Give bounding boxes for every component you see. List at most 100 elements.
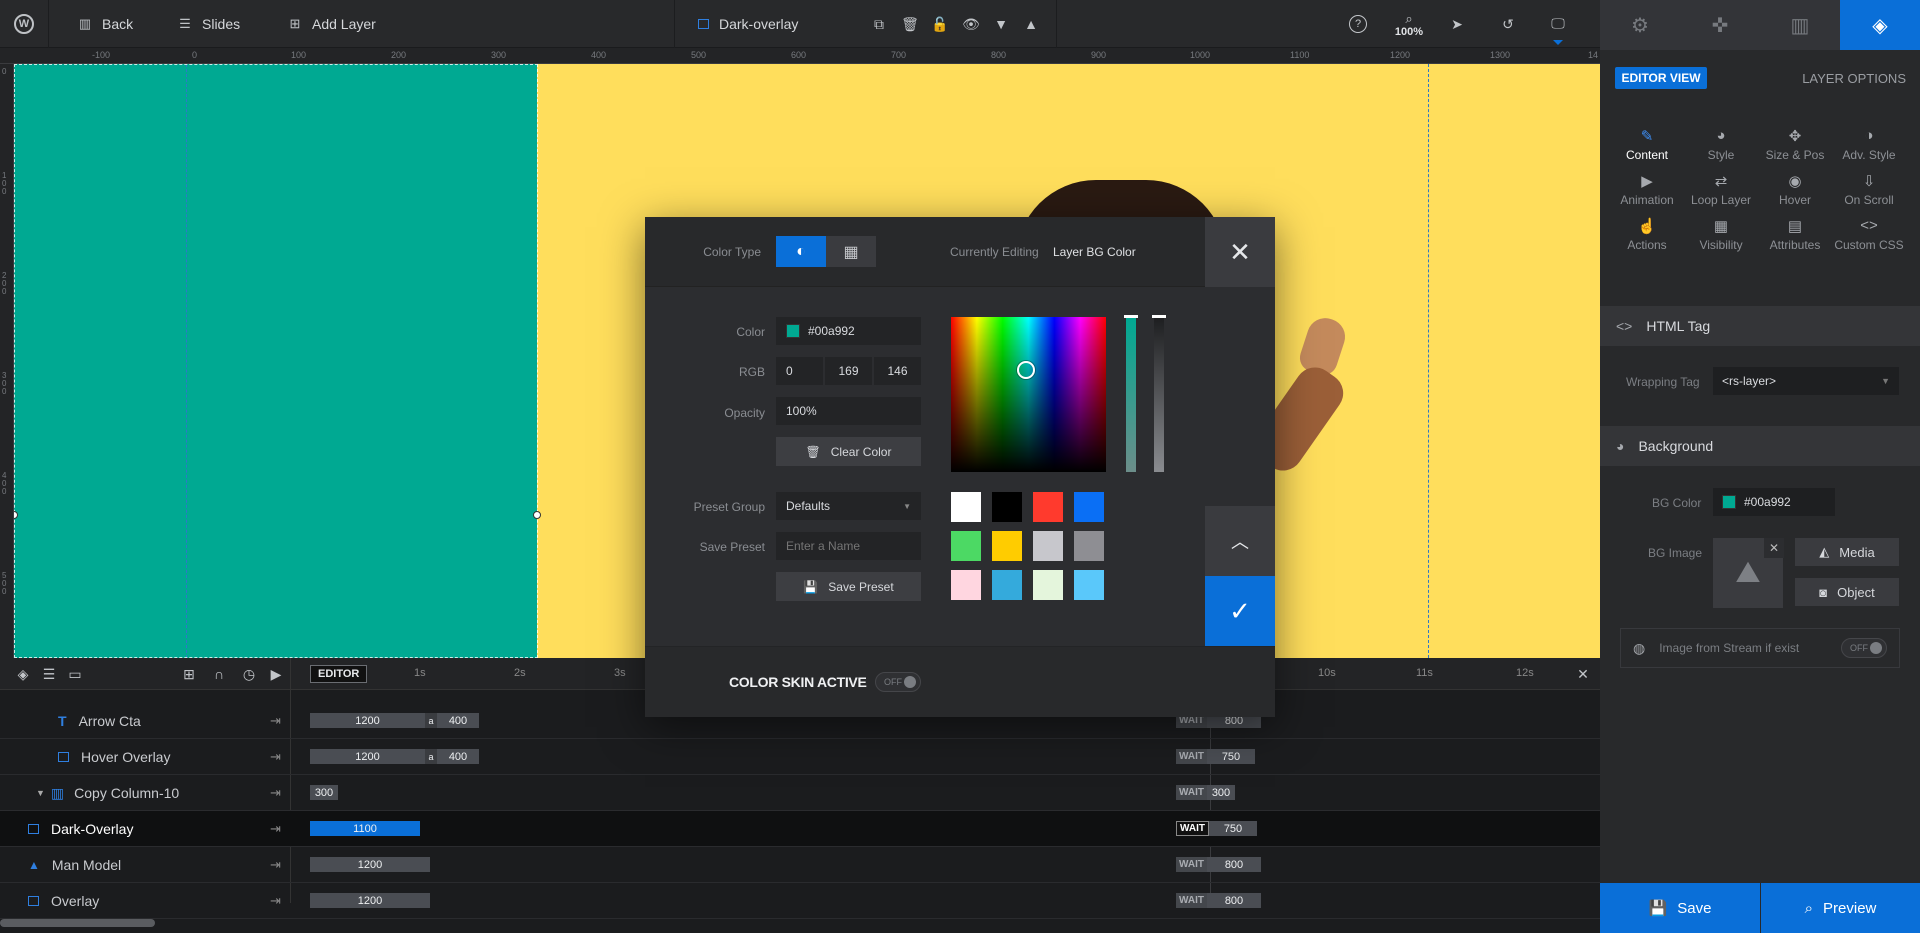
hue-slider[interactable] bbox=[1124, 315, 1138, 472]
jump-icon[interactable]: ⇥ bbox=[270, 713, 281, 729]
jump-icon[interactable]: ⇥ bbox=[270, 821, 281, 837]
background-section-header[interactable]: ◕ Background bbox=[1600, 426, 1920, 466]
timeline-row-copy-column[interactable]: ▼ ▥ Copy Column-10 ⇥ 300 WAIT 300 bbox=[0, 775, 1600, 811]
option-hover[interactable]: ◉ Hover bbox=[1758, 172, 1832, 207]
alpha-slider[interactable] bbox=[1152, 315, 1166, 472]
apply-color-button[interactable]: ✓ bbox=[1205, 576, 1275, 646]
settings-tab-icon[interactable]: ⚙ bbox=[1600, 0, 1680, 50]
close-timeline-icon[interactable]: ✕ bbox=[1572, 663, 1594, 685]
help-icon[interactable]: ? bbox=[1349, 15, 1367, 33]
option-style[interactable]: ◕ Style bbox=[1684, 127, 1758, 162]
jump-icon[interactable]: ⇥ bbox=[270, 749, 281, 765]
slides-button[interactable]: ☰ Slides bbox=[178, 0, 240, 48]
preset-group-select[interactable]: Defaults ▼ bbox=[776, 492, 921, 520]
back-button[interactable]: ▥ Back bbox=[78, 0, 133, 48]
current-layer-selector[interactable]: Dark-overlay bbox=[698, 0, 798, 48]
option-custom-css[interactable]: <> Custom CSS bbox=[1832, 217, 1906, 252]
wordpress-logo-icon[interactable]: W bbox=[14, 14, 34, 34]
presets-up-button[interactable]: ︿ bbox=[1205, 506, 1275, 576]
desktop-device-icon[interactable]: 🖵 bbox=[1547, 12, 1569, 34]
preset-swatch[interactable] bbox=[1074, 570, 1104, 600]
timer-icon[interactable]: ◷ bbox=[238, 663, 260, 685]
timeline-row-hover-overlay[interactable]: Hover Overlay ⇥ 1200 a 400 WAIT 750 bbox=[0, 739, 1600, 775]
color-skin-toggle[interactable]: OFF bbox=[875, 672, 921, 692]
solid-color-type-button[interactable]: ◐ bbox=[776, 236, 826, 267]
duplicate-icon[interactable]: ⧉ bbox=[868, 13, 890, 35]
preset-swatch[interactable] bbox=[951, 492, 981, 522]
preset-swatch[interactable] bbox=[992, 570, 1022, 600]
save-preset-button[interactable]: 💾 Save Preset bbox=[776, 572, 921, 601]
play-icon[interactable]: ▶ bbox=[265, 663, 287, 685]
preset-swatch[interactable] bbox=[1033, 531, 1063, 561]
jump-icon[interactable]: ⇥ bbox=[270, 857, 281, 873]
alpha-slider-handle[interactable] bbox=[1152, 315, 1166, 318]
preset-swatch[interactable] bbox=[951, 531, 981, 561]
jump-icon[interactable]: ⇥ bbox=[270, 893, 281, 909]
option-size-pos[interactable]: ✥ Size & Pos bbox=[1758, 127, 1832, 162]
horizontal-scrollbar[interactable] bbox=[0, 919, 155, 927]
folder-icon[interactable]: ▭ bbox=[64, 663, 86, 685]
timeline-row-overlay[interactable]: Overlay ⇥ 1200 WAIT 800 bbox=[0, 883, 1600, 919]
move-down-icon[interactable]: ▼ bbox=[990, 13, 1012, 35]
preset-swatch[interactable] bbox=[1074, 492, 1104, 522]
lock-icon[interactable]: 🔓 bbox=[929, 13, 951, 35]
saturation-value-picker[interactable] bbox=[951, 317, 1106, 472]
object-button[interactable]: ◙ Object bbox=[1795, 578, 1899, 606]
preset-name-input[interactable] bbox=[776, 532, 921, 560]
grid-icon[interactable]: ⊞ bbox=[178, 663, 200, 685]
option-adv-style[interactable]: ◑ Adv. Style bbox=[1832, 127, 1906, 162]
wrapping-tag-select[interactable]: <rs-layer> ▼ bbox=[1713, 367, 1899, 395]
timeline-row-man-model[interactable]: ▲ Man Model ⇥ 1200 WAIT 800 bbox=[0, 847, 1600, 883]
navigation-tab-icon[interactable]: ✜ bbox=[1680, 0, 1760, 50]
editor-view-badge[interactable]: EDITOR VIEW bbox=[1615, 67, 1707, 89]
picker-cursor[interactable] bbox=[1017, 361, 1035, 379]
save-button[interactable]: 💾 Save bbox=[1600, 883, 1760, 933]
red-field[interactable]: 0 bbox=[776, 357, 823, 385]
move-up-icon[interactable]: ▲ bbox=[1020, 13, 1042, 35]
clear-color-button[interactable]: 🗑 Clear Color bbox=[776, 437, 921, 466]
html-tag-section-header[interactable]: <> HTML Tag bbox=[1600, 306, 1920, 346]
media-button[interactable]: ◭ Media bbox=[1795, 538, 1899, 566]
hue-slider-handle[interactable] bbox=[1124, 315, 1138, 318]
preset-swatch[interactable] bbox=[951, 570, 981, 600]
layers-icon[interactable]: ◈ bbox=[12, 663, 34, 685]
gradient-color-type-button[interactable]: ▦ bbox=[826, 236, 876, 267]
preset-swatch[interactable] bbox=[992, 492, 1022, 522]
preset-swatch[interactable] bbox=[1074, 531, 1104, 561]
option-on-scroll[interactable]: ⇩ On Scroll bbox=[1832, 172, 1906, 207]
option-actions[interactable]: ☝ Actions bbox=[1610, 217, 1684, 252]
option-content[interactable]: ✎ Content bbox=[1610, 127, 1684, 162]
editor-badge[interactable]: EDITOR bbox=[310, 665, 368, 683]
list-icon[interactable]: ☰ bbox=[38, 663, 60, 685]
slides-tab-icon[interactable]: ▥ bbox=[1760, 0, 1840, 50]
undo-icon[interactable]: ↺ bbox=[1497, 13, 1519, 35]
remove-image-icon[interactable]: ✕ bbox=[1764, 538, 1784, 558]
preset-swatch[interactable] bbox=[1033, 570, 1063, 600]
timeline-row-dark-overlay[interactable]: Dark-Overlay ⇥ 1100 WAIT 750 bbox=[0, 811, 1600, 847]
magnet-icon[interactable]: ∩ bbox=[208, 663, 230, 685]
trash-icon[interactable]: 🗑 bbox=[899, 13, 921, 35]
preset-swatch[interactable] bbox=[1033, 492, 1063, 522]
layers-tab-icon[interactable]: ◈ bbox=[1840, 0, 1920, 50]
close-modal-button[interactable]: ✕ bbox=[1205, 217, 1275, 287]
eye-icon[interactable]: 👁 bbox=[960, 13, 982, 35]
select-cursor-icon[interactable]: ➤ bbox=[1446, 13, 1468, 35]
resize-handle-right[interactable] bbox=[533, 511, 541, 519]
option-animation[interactable]: ▶ Animation bbox=[1610, 172, 1684, 207]
option-attributes[interactable]: ▤ Attributes bbox=[1758, 217, 1832, 252]
droplet-icon: ◐ bbox=[796, 242, 806, 260]
add-layer-button[interactable]: ⊞ Add Layer bbox=[288, 0, 376, 48]
blue-field[interactable]: 146 bbox=[874, 357, 921, 385]
opacity-field[interactable]: 100% bbox=[776, 397, 921, 425]
zoom-control[interactable]: ⌕ 100% bbox=[1392, 12, 1426, 39]
preset-swatch[interactable] bbox=[992, 531, 1022, 561]
green-field[interactable]: 169 bbox=[825, 357, 872, 385]
bg-color-field[interactable]: #00a992 bbox=[1713, 488, 1835, 516]
option-loop-layer[interactable]: ⇄ Loop Layer bbox=[1684, 172, 1758, 207]
jump-icon[interactable]: ⇥ bbox=[270, 785, 281, 801]
top-toolbar: W ▥ Back ☰ Slides ⊞ Add Layer Dark-overl… bbox=[0, 0, 1600, 48]
color-hex-field[interactable]: #00a992 bbox=[776, 317, 921, 345]
preview-button[interactable]: ⌕ Preview bbox=[1761, 883, 1920, 933]
image-from-stream-toggle[interactable]: OFF bbox=[1841, 638, 1887, 658]
option-visibility[interactable]: ▦ Visibility bbox=[1684, 217, 1758, 252]
